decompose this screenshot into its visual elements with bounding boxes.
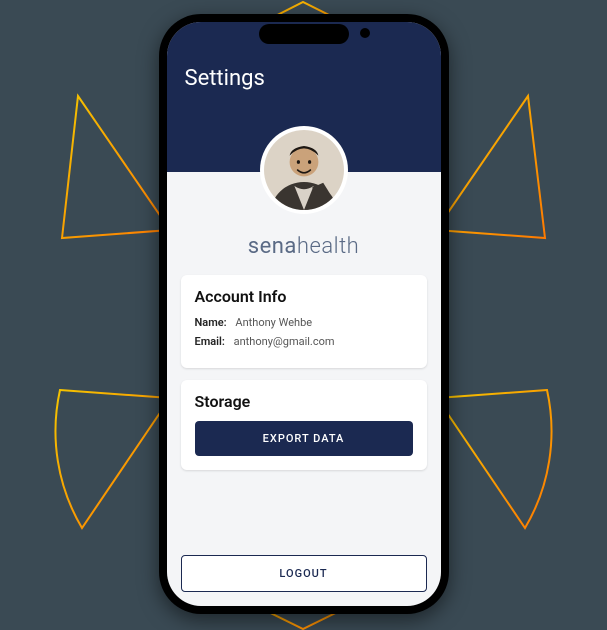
avatar-container[interactable] <box>260 126 348 214</box>
brand-logo: senahealth <box>181 234 427 259</box>
phone-frame: Settings senahealth <box>159 14 449 614</box>
front-camera-icon <box>360 28 370 38</box>
avatar <box>264 130 344 210</box>
screen: Settings senahealth <box>167 22 441 606</box>
page-title: Settings <box>185 66 423 91</box>
export-data-button[interactable]: EXPORT DATA <box>195 421 413 456</box>
email-value: anthony@gmail.com <box>234 335 335 348</box>
account-info-card: Account Info Name: Anthony Wehbe Email: … <box>181 275 427 368</box>
brand-part1: sena <box>248 234 297 259</box>
storage-card-title: Storage <box>195 392 413 411</box>
body: senahealth Account Info Name: Anthony We… <box>167 172 441 470</box>
name-row: Name: Anthony Wehbe <box>195 316 413 329</box>
logout-container: LOGOUT <box>181 555 427 592</box>
name-value: Anthony Wehbe <box>235 316 312 329</box>
logout-button[interactable]: LOGOUT <box>181 555 427 592</box>
name-label: Name: <box>195 316 227 329</box>
account-card-title: Account Info <box>195 287 413 306</box>
brand-part2: health <box>297 234 359 259</box>
notch <box>259 24 349 44</box>
email-label: Email: <box>195 335 225 348</box>
email-row: Email: anthony@gmail.com <box>195 335 413 348</box>
storage-card: Storage EXPORT DATA <box>181 380 427 470</box>
